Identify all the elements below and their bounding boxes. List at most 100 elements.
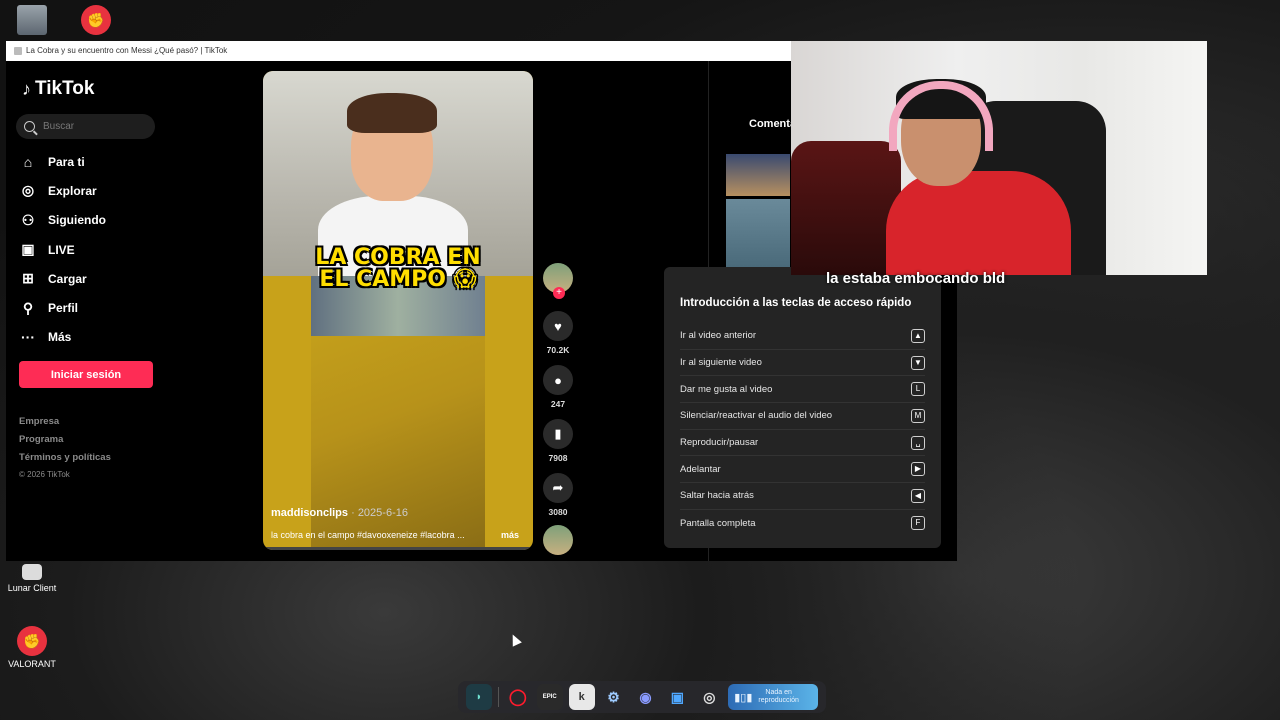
stream-caption: la estaba embocando bld bbox=[826, 270, 1006, 287]
page-favicon-icon bbox=[14, 47, 22, 55]
shortcut-row: Ir al siguiente video ▼ bbox=[680, 350, 925, 377]
comment-action[interactable]: ● 247 bbox=[539, 365, 577, 409]
media-status-line2: reproducción bbox=[758, 697, 799, 704]
related-video-thumbnail[interactable] bbox=[726, 154, 790, 196]
shortcut-row: Saltar hacia atrás ◀ bbox=[680, 483, 925, 510]
shortcut-label: Adelantar bbox=[680, 463, 721, 475]
video-more-link[interactable]: más bbox=[501, 530, 519, 540]
more-icon: ··· bbox=[21, 329, 35, 346]
shortcut-label: Saltar hacia atrás bbox=[680, 490, 754, 502]
compass-icon: ◎ bbox=[21, 182, 35, 199]
sidebar-item-mas[interactable]: ··· Más bbox=[20, 323, 106, 352]
like-count: 70.2K bbox=[546, 345, 570, 355]
search-placeholder: Buscar bbox=[43, 121, 75, 132]
lunar-client-icon bbox=[22, 564, 42, 580]
shortcut-row: Silenciar/reactivar el audio del video M bbox=[680, 403, 925, 430]
taskbar-separator bbox=[497, 687, 499, 707]
heart-icon: ♥ bbox=[543, 311, 573, 341]
sidebar-item-live[interactable]: ▣ LIVE bbox=[20, 235, 106, 264]
obs-icon[interactable]: ◎ bbox=[696, 684, 722, 710]
epic-games-icon[interactable]: EPIC bbox=[536, 684, 563, 710]
valorant-label: VALORANT bbox=[8, 659, 56, 669]
arrow-left-key-icon: ◀ bbox=[911, 488, 925, 503]
valorant-icon: ✊ bbox=[17, 626, 47, 656]
live-icon: ▣ bbox=[21, 241, 35, 258]
audio-bars-icon: ▮▯▮ bbox=[734, 691, 753, 704]
valorant-desktop-icon[interactable]: ✊ VALORANT bbox=[4, 626, 60, 669]
arrow-down-key-icon: ▼ bbox=[911, 355, 925, 370]
share-action[interactable]: ➦ 3080 bbox=[539, 473, 577, 517]
app-icon[interactable]: ◗ bbox=[466, 684, 492, 710]
footer-link-programa[interactable]: Programa bbox=[19, 434, 111, 452]
webcam-person-shirt bbox=[886, 171, 1071, 275]
sidebar-nav: ⌂ Para ti ◎ Explorar ⚇ Siguiendo ▣ LIVE … bbox=[20, 147, 106, 352]
shortcuts-title: Introducción a las teclas de acceso rápi… bbox=[680, 297, 912, 309]
opera-icon[interactable]: ◯ bbox=[505, 684, 531, 710]
mouse-cursor-icon bbox=[508, 632, 522, 647]
l-key-icon: L bbox=[911, 382, 925, 397]
copyright-text: © 2026 TikTok bbox=[19, 470, 70, 479]
search-input[interactable]: Buscar bbox=[16, 114, 155, 139]
valorant-icon: ✊ bbox=[81, 5, 111, 35]
shortcut-label: Ir al siguiente video bbox=[680, 357, 762, 369]
recycle-bin-icon bbox=[17, 5, 47, 35]
share-count: 3080 bbox=[548, 507, 568, 517]
sidebar-item-perfil[interactable]: ⚲ Perfil bbox=[20, 293, 106, 322]
video-description: la cobra en el campo #davooxeneize #laco… bbox=[271, 530, 465, 540]
media-status-line1: Nada en bbox=[765, 689, 792, 696]
comment-count: 247 bbox=[550, 399, 566, 409]
action-rail: + ♥ 70.2K ● 247 ▮ 7908 ➦ 3080 bbox=[539, 263, 577, 555]
media-widget[interactable]: ▮▯▮ Nada en reproducción bbox=[728, 684, 818, 710]
media-status: Nada en reproducción bbox=[758, 689, 798, 705]
video-person-hair bbox=[347, 93, 437, 133]
sidebar-item-label: Perfil bbox=[48, 301, 79, 316]
sidebar-item-para-ti[interactable]: ⌂ Para ti bbox=[20, 147, 106, 176]
profile-icon: ⚲ bbox=[22, 299, 34, 316]
recycle-bin-desktop-icon[interactable] bbox=[4, 5, 60, 38]
valorant-desktop-icon-top[interactable]: ✊ bbox=[68, 5, 124, 38]
tiktok-note-icon: ♪ bbox=[22, 78, 31, 99]
video-player[interactable]: LA COBRA EN EL CAMPO 😱 maddisonclips · 2… bbox=[263, 71, 533, 550]
video-date: · 2025-6-16 bbox=[351, 507, 408, 519]
music-disc-avatar[interactable] bbox=[543, 525, 573, 555]
sidebar-item-label: LIVE bbox=[48, 242, 75, 257]
kick-icon[interactable]: k bbox=[568, 684, 595, 710]
sidebar-item-label: Siguiendo bbox=[48, 213, 106, 228]
shortcut-row: Ir al video anterior ▲ bbox=[680, 323, 925, 350]
video-progress-bar[interactable] bbox=[263, 547, 533, 550]
sidebar-item-label: Explorar bbox=[48, 183, 97, 198]
video-meta: maddisonclips · 2025-6-16 bbox=[271, 507, 408, 519]
creator-avatar[interactable]: + bbox=[543, 263, 573, 299]
steam-icon[interactable]: ⚙ bbox=[601, 684, 627, 710]
save-action[interactable]: ▮ 7908 bbox=[539, 419, 577, 463]
taskbar: ◗ ◯ EPIC k ⚙ ◉ ▣ ◎ ▮▯▮ Nada en reproducc… bbox=[458, 681, 826, 713]
like-action[interactable]: ♥ 70.2K bbox=[539, 311, 577, 355]
video-username[interactable]: maddisonclips bbox=[271, 507, 348, 519]
lunar-client-label: Lunar Client bbox=[7, 583, 57, 593]
following-icon: ⚇ bbox=[21, 211, 35, 228]
sidebar-item-siguiendo[interactable]: ⚇ Siguiendo bbox=[20, 206, 106, 235]
sidebar-item-cargar[interactable]: ⊞ Cargar bbox=[20, 264, 106, 293]
window-title: La Cobra y su encuentro con Messi ¿Qué p… bbox=[26, 46, 228, 55]
shortcut-label: Dar me gusta al video bbox=[680, 383, 773, 395]
app-icon[interactable]: ▣ bbox=[664, 684, 690, 710]
bookmark-icon: ▮ bbox=[543, 419, 573, 449]
lunar-client-desktop-icon[interactable]: Lunar Client bbox=[4, 564, 60, 593]
discord-icon[interactable]: ◉ bbox=[633, 684, 659, 710]
tiktok-logo[interactable]: ♪ TikTok bbox=[22, 78, 94, 100]
footer-link-empresa[interactable]: Empresa bbox=[19, 416, 111, 434]
sidebar-item-explorar[interactable]: ◎ Explorar bbox=[20, 176, 106, 205]
tiktok-logo-text: TikTok bbox=[35, 78, 95, 99]
related-video-thumbnail[interactable] bbox=[726, 199, 790, 267]
space-key-icon: ␣ bbox=[911, 435, 925, 450]
footer-link-terminos[interactable]: Términos y políticas bbox=[19, 452, 111, 470]
home-icon: ⌂ bbox=[23, 153, 33, 170]
tiktok-sidebar: ♪ TikTok Buscar ⌂ Para ti ◎ Explorar ⚇ S… bbox=[6, 61, 256, 561]
shortcut-label: Reproducir/pausar bbox=[680, 437, 759, 449]
video-overlay-title: LA COBRA EN EL CAMPO 😱 bbox=[263, 247, 533, 291]
follow-plus-icon[interactable]: + bbox=[553, 287, 565, 299]
shortcut-label: Pantalla completa bbox=[680, 517, 756, 529]
login-button[interactable]: Iniciar sesión bbox=[19, 361, 153, 388]
webcam-background-chair bbox=[791, 141, 901, 275]
shortcut-row: Reproducir/pausar ␣ bbox=[680, 430, 925, 457]
